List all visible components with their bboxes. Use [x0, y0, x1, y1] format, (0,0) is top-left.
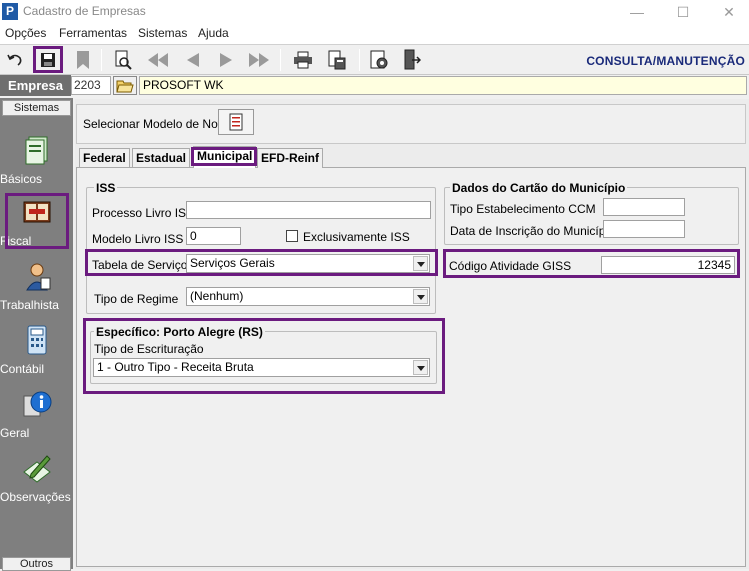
sidebar-item-label: Geral — [0, 426, 30, 440]
undo-icon — [7, 54, 22, 66]
info-icon — [23, 391, 51, 417]
tab-estadual[interactable]: Estadual — [132, 148, 191, 168]
tab-federal[interactable]: Federal — [79, 148, 130, 168]
sidebar: Sistemas Básicos Fiscal Trabalhista Cont… — [0, 98, 73, 571]
menu-ferramentas[interactable]: Ferramentas — [59, 26, 127, 40]
modelo-livro-iss-label: Modelo Livro ISS — [92, 232, 184, 246]
municipal-tab-highlight — [191, 147, 257, 166]
toolbar-separator — [359, 49, 360, 71]
toolbar-separator — [280, 49, 281, 71]
minimize-button[interactable]: — — [624, 2, 650, 22]
sidebar-item-trabalhista[interactable]: Trabalhista — [0, 260, 73, 322]
sidebar-item-basicos[interactable]: Básicos — [0, 134, 73, 196]
previous-record-button[interactable] — [180, 48, 206, 72]
document-list-icon — [229, 113, 243, 131]
menu-bar: Opções Ferramentas Sistemas Ajuda — [0, 24, 749, 44]
menu-opcoes[interactable]: Opções — [5, 26, 46, 40]
printer-icon — [294, 51, 312, 69]
documents-icon — [25, 136, 47, 165]
worker-icon — [25, 263, 50, 291]
iss-group-title: ISS — [94, 181, 118, 195]
window-title: Cadastro de Empresas — [23, 4, 146, 18]
sidebar-item-geral[interactable]: Geral — [0, 388, 73, 450]
bookmark-button[interactable] — [70, 48, 96, 72]
toolbar-separator — [101, 49, 102, 71]
config-button[interactable] — [366, 48, 392, 72]
folder-open-icon — [116, 80, 134, 92]
mode-label: CONSULTA/MANUTENÇÃO — [586, 54, 745, 68]
sidebar-header: Sistemas — [2, 100, 71, 116]
tabela-servicos-highlight — [85, 249, 438, 276]
first-record-button[interactable] — [145, 48, 171, 72]
tipo-ccm-label: Tipo Estabelecimento CCM — [450, 202, 596, 216]
calculator-button[interactable] — [324, 48, 350, 72]
model-label: Selecionar Modelo de Nota — [83, 117, 228, 131]
notes-pencil-icon — [22, 455, 51, 483]
select-model-button[interactable] — [218, 109, 254, 135]
calculator-icon — [27, 325, 46, 355]
document-gear-icon — [370, 50, 388, 69]
exclusivamente-iss-checkbox[interactable] — [286, 230, 298, 242]
empresa-code-field[interactable]: 2203 — [71, 76, 111, 95]
cartao-group-title: Dados do Cartão do Município — [450, 181, 628, 195]
exit-button[interactable] — [398, 48, 424, 72]
processo-livro-iss-label: Processo Livro ISS — [92, 206, 195, 220]
document-calculator-icon — [328, 50, 346, 70]
title-bar: P Cadastro de Empresas — ☐ ✕ — [0, 0, 749, 24]
processo-livro-iss-input[interactable] — [186, 201, 431, 219]
fast-forward-icon — [249, 53, 269, 67]
exclusivamente-iss-label: Exclusivamente ISS — [303, 230, 410, 244]
maximize-button[interactable]: ☐ — [670, 2, 696, 22]
open-empresa-button[interactable] — [113, 76, 137, 95]
save-highlight — [33, 46, 63, 73]
sidebar-item-contabil[interactable]: Contábil — [0, 324, 73, 386]
data-inscricao-label: Data de Inscrição do Município — [450, 224, 615, 238]
sidebar-item-label: Básicos — [0, 172, 43, 186]
app-icon: P — [2, 3, 18, 20]
play-back-icon — [187, 53, 199, 67]
empresa-name-field: PROSOFT WK — [139, 76, 747, 95]
sidebar-item-label: Contábil — [0, 362, 45, 376]
sidebar-item-label: Trabalhista — [0, 298, 59, 312]
next-record-button[interactable] — [213, 48, 239, 72]
sidebar-item-observacoes[interactable]: Observações — [0, 452, 73, 514]
undo-button[interactable] — [2, 48, 28, 72]
menu-sistemas[interactable]: Sistemas — [138, 26, 187, 40]
empresa-bar: Empresa 2203 PROSOFT WK — [0, 75, 749, 97]
empresa-label: Empresa — [0, 75, 71, 96]
close-button[interactable]: ✕ — [716, 2, 742, 22]
play-icon — [220, 53, 232, 67]
exit-door-icon — [404, 49, 421, 70]
menu-ajuda[interactable]: Ajuda — [198, 26, 229, 40]
tab-efd-reinf[interactable]: EFD-Reinf — [257, 148, 323, 168]
tipo-ccm-input[interactable] — [603, 198, 685, 216]
rewind-icon — [148, 53, 168, 67]
bookmark-icon — [77, 51, 89, 69]
sidebar-item-label: Observações — [0, 490, 71, 504]
print-button[interactable] — [290, 48, 316, 72]
document-search-icon — [115, 50, 132, 70]
modelo-livro-iss-input[interactable]: 0 — [186, 227, 241, 245]
fiscal-highlight — [5, 193, 69, 249]
toolbar: CONSULTA/MANUTENÇÃO — [0, 44, 749, 75]
chevron-down-icon[interactable] — [413, 289, 428, 304]
tipo-regime-select[interactable]: (Nenhum) — [186, 287, 430, 306]
data-inscricao-input[interactable] — [603, 220, 685, 238]
tipo-regime-label: Tipo de Regime — [94, 292, 179, 306]
codigo-giss-highlight — [443, 249, 740, 278]
last-record-button[interactable] — [246, 48, 272, 72]
preview-button[interactable] — [110, 48, 136, 72]
tipo-regime-value: (Nenhum) — [190, 289, 244, 303]
especifico-highlight — [83, 318, 445, 394]
